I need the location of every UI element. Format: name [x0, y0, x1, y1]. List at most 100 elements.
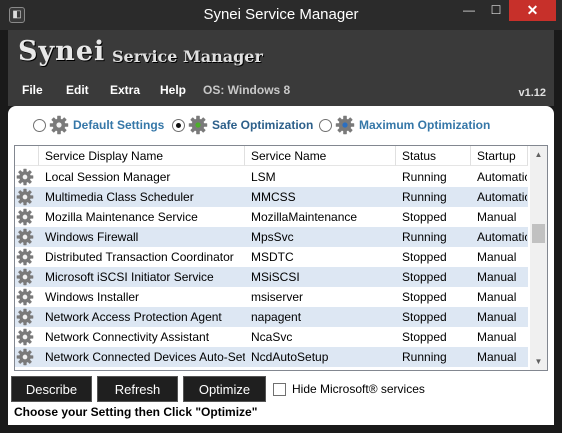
- service-name: NcaSvc: [251, 330, 293, 344]
- service-status: Stopped: [402, 330, 447, 344]
- safe-optimization-radio[interactable]: [172, 119, 185, 132]
- service-display-name: Network Connected Devices Auto-Setup: [45, 350, 245, 364]
- service-display-name: Network Connectivity Assistant: [45, 330, 210, 344]
- refresh-button[interactable]: Refresh: [97, 376, 178, 402]
- service-status: Running: [402, 190, 447, 204]
- minimize-button[interactable]: —: [456, 0, 482, 21]
- service-startup: Manual: [477, 290, 517, 304]
- maximize-button[interactable]: ☐: [483, 0, 509, 21]
- table-row[interactable]: Network Connectivity Assistant NcaSvc Stop…: [15, 327, 528, 347]
- gear-icon: [188, 115, 208, 135]
- scroll-thumb[interactable]: [532, 224, 545, 243]
- service-status: Stopped: [402, 270, 447, 284]
- service-name: MSiSCSI: [251, 270, 300, 284]
- safe-optimization-label[interactable]: Safe Optimization: [212, 118, 313, 132]
- service-name: MpsSvc: [251, 230, 294, 244]
- table-row[interactable]: Multimedia Class Scheduler MMCSS Running Au…: [15, 187, 528, 207]
- service-gear-icon: [16, 168, 34, 186]
- service-name: MozillaMaintenance: [251, 210, 358, 224]
- table-row[interactable]: Local Session Manager LSM Running Automatic: [15, 167, 528, 187]
- maximum-optimization-radio[interactable]: [319, 119, 332, 132]
- close-button[interactable]: ✕: [509, 0, 556, 21]
- service-status: Stopped: [402, 310, 447, 324]
- table-row[interactable]: Network Connected Devices Auto-Setup NcdA…: [15, 347, 528, 367]
- title-bar: ◧ Synei Service Manager — ☐ ✕: [0, 0, 562, 30]
- service-startup: Manual: [477, 250, 517, 264]
- service-status: Running: [402, 230, 447, 244]
- menu-file[interactable]: File: [22, 83, 43, 97]
- service-gear-icon: [16, 188, 34, 206]
- column-header-startup[interactable]: Startup: [471, 146, 528, 166]
- service-startup: Automatic: [477, 170, 527, 184]
- os-label: OS: Windows 8: [203, 83, 291, 97]
- service-startup: Manual: [477, 310, 517, 324]
- status-text: Choose your Setting then Click "Optimize…: [14, 405, 258, 419]
- service-display-name: Distributed Transaction Coordinator: [45, 250, 234, 264]
- service-startup: Manual: [477, 270, 517, 284]
- gear-icon: [49, 115, 69, 135]
- service-display-name: Windows Installer: [45, 290, 140, 304]
- table-row[interactable]: Windows Installer msiserver Stopped Manual: [15, 287, 528, 307]
- gear-icon: [335, 115, 355, 135]
- optimization-options: Default Settings Safe Optimization Maxim…: [8, 106, 554, 143]
- table-row[interactable]: Mozilla Maintenance Service MozillaMainte…: [15, 207, 528, 227]
- service-gear-icon: [16, 248, 34, 266]
- service-startup: Automatic: [477, 190, 527, 204]
- default-settings-label[interactable]: Default Settings: [73, 118, 164, 132]
- service-name: MMCSS: [251, 190, 296, 204]
- service-gear-icon: [16, 288, 34, 306]
- hide-microsoft-label[interactable]: Hide Microsoft® services: [292, 382, 425, 396]
- hide-microsoft-checkbox[interactable]: [273, 383, 286, 396]
- header-banner: Synei Service Manager: [8, 30, 554, 76]
- service-status: Stopped: [402, 250, 447, 264]
- column-header-icon[interactable]: [15, 146, 39, 166]
- service-gear-icon: [16, 328, 34, 346]
- service-name: msiserver: [251, 290, 304, 304]
- service-name: MSDTC: [251, 250, 294, 264]
- service-gear-icon: [16, 208, 34, 226]
- version-label: v1.12: [518, 87, 546, 99]
- menu-edit[interactable]: Edit: [66, 83, 89, 97]
- service-gear-icon: [16, 308, 34, 326]
- service-gear-icon: [16, 228, 34, 246]
- service-name: NcdAutoSetup: [251, 350, 329, 364]
- service-status: Running: [402, 170, 447, 184]
- table-row[interactable]: Network Access Protection Agent napagent S…: [15, 307, 528, 327]
- menu-help[interactable]: Help: [160, 83, 186, 97]
- maximum-optimization-label[interactable]: Maximum Optimization: [359, 118, 490, 132]
- table-row[interactable]: Windows Firewall MpsSvc Running Automatic: [15, 227, 528, 247]
- table-row[interactable]: Distributed Transaction Coordinator MSDTC…: [15, 247, 528, 267]
- service-name: LSM: [251, 170, 276, 184]
- service-status: Stopped: [402, 210, 447, 224]
- menu-bar: File Edit Extra Help OS: Windows 8 v1.12: [8, 76, 554, 106]
- service-startup: Manual: [477, 210, 517, 224]
- column-header-service-name[interactable]: Service Name: [245, 146, 396, 166]
- service-status: Running: [402, 350, 447, 364]
- column-header-display-name[interactable]: Service Display Name: [39, 146, 245, 166]
- service-display-name: Local Session Manager: [45, 170, 171, 184]
- scroll-up-arrow[interactable]: ▲: [530, 146, 547, 163]
- service-display-name: Windows Firewall: [45, 230, 139, 244]
- optimize-button[interactable]: Optimize: [183, 376, 266, 402]
- column-header-status[interactable]: Status: [396, 146, 471, 166]
- service-display-name: Microsoft iSCSI Initiator Service: [45, 270, 214, 284]
- service-startup: Automatic: [477, 230, 527, 244]
- service-display-name: Mozilla Maintenance Service: [45, 210, 198, 224]
- status-bar: Choose your Setting then Click "Optimize…: [8, 403, 554, 425]
- vertical-scrollbar[interactable]: ▲ ▼: [530, 146, 547, 370]
- service-gear-icon: [16, 268, 34, 286]
- service-startup: Manual: [477, 350, 517, 364]
- product-name: Service Manager: [112, 47, 263, 66]
- menu-extra[interactable]: Extra: [110, 83, 140, 97]
- default-settings-radio[interactable]: [33, 119, 46, 132]
- services-list[interactable]: Service Display Name Service Name Status…: [14, 145, 548, 371]
- describe-button[interactable]: Describe: [11, 376, 92, 402]
- table-row[interactable]: Microsoft iSCSI Initiator Service MSiSCSI…: [15, 267, 528, 287]
- service-display-name: Multimedia Class Scheduler: [45, 190, 194, 204]
- service-startup: Manual: [477, 330, 517, 344]
- service-name: napagent: [251, 310, 302, 324]
- services-panel: Service Display Name Service Name Status…: [8, 143, 554, 373]
- service-display-name: Network Access Protection Agent: [45, 310, 222, 324]
- scroll-down-arrow[interactable]: ▼: [530, 353, 547, 370]
- service-status: Stopped: [402, 290, 447, 304]
